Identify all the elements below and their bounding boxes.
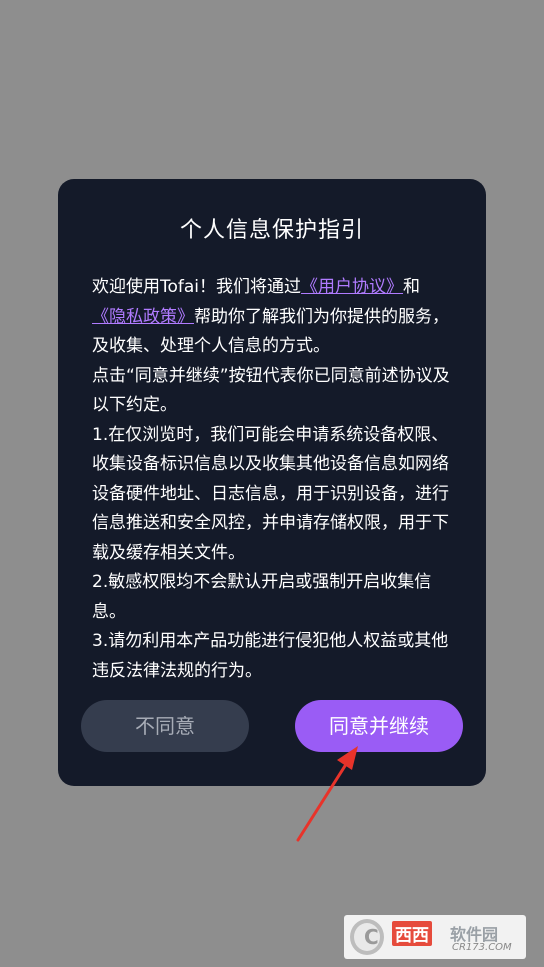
watermark-brand-red: 西西 — [392, 921, 432, 946]
privacy-policy-link[interactable]: 《隐私政策》 — [92, 307, 194, 327]
watermark-url: CR173.COM — [452, 942, 512, 953]
user-agreement-link[interactable]: 《用户协议》 — [301, 277, 403, 297]
watermark-logo: C 西西 软件园 CR173.COM — [344, 915, 526, 959]
watermark-logo-letter: C — [364, 925, 379, 949]
decline-button[interactable]: 不同意 — [81, 700, 249, 752]
intro-prefix: 欢迎使用Tofai！我们将通过 — [92, 277, 302, 297]
terms-item-2: 2.敏感权限均不会默认开启或强制开启收集信息。 — [92, 572, 432, 622]
accept-continue-button[interactable]: 同意并继续 — [295, 700, 463, 752]
and-text: 和 — [403, 277, 421, 297]
dialog-body: 欢迎使用Tofai！我们将通过《用户协议》和《隐私政策》帮助你了解我们为你提供的… — [92, 273, 454, 686]
privacy-dialog: 个人信息保护指引 欢迎使用Tofai！我们将通过《用户协议》和《隐私政策》帮助你… — [58, 179, 486, 786]
consent-note: 点击“同意并继续”按钮代表你已同意前述协议及以下约定。 — [92, 365, 450, 416]
terms-item-3: 3.请勿利用本产品功能进行侵犯他人权益或其他违反法律法规的行为。 — [92, 631, 449, 681]
dialog-title: 个人信息保护指引 — [179, 218, 364, 243]
intro-paragraph: 欢迎使用Tofai！我们将通过《用户协议》和《隐私政策》帮助你了解我们为你提供的… — [92, 273, 454, 362]
terms-item-1: 1.在仅浏览时，我们可能会申请系统设备权限、收集设备标识信息以及收集其他设备信息… — [92, 424, 449, 563]
